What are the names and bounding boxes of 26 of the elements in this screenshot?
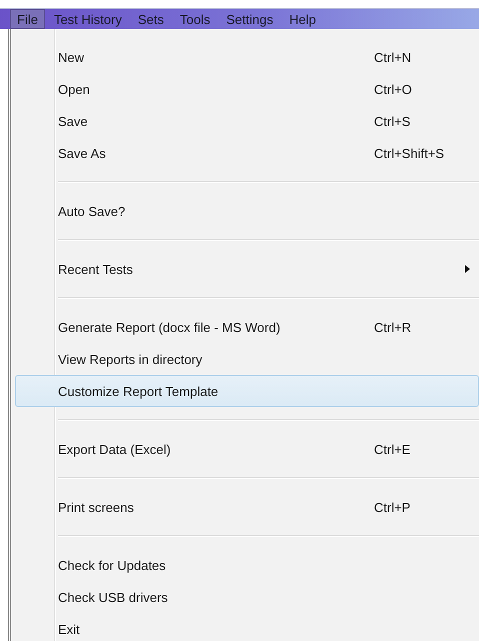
shortcut-text: Ctrl+Shift+S [374,146,444,160]
menu-item[interactable]: View Reports in directory [15,343,479,375]
menu-bar-item[interactable]: File [10,9,45,29]
menu-item[interactable]: Generate Report (docx file - MS Word) Ctrl+R [15,311,479,343]
menu-item[interactable]: Print screens Ctrl+P [15,491,479,523]
shortcut-text: Ctrl+R [374,320,412,334]
shortcut-text: Ctrl+P [374,500,410,514]
shortcut-text: Ctrl+E [374,442,410,456]
menu-item[interactable]: Customize Report Template [15,375,479,407]
menu-bar-item[interactable]: Sets [130,9,171,29]
shortcut-text: Ctrl+O [374,82,412,96]
menu-bar-item[interactable]: Tools [172,9,218,29]
menu-bar-item[interactable]: Settings [219,9,280,29]
menu-item[interactable]: Save Ctrl+S [15,105,479,137]
menu-item[interactable]: Export Data (Excel) Ctrl+E [15,433,479,465]
menu-item[interactable]: Save As Ctrl+Shift+S [15,137,479,169]
menu-item[interactable]: Check for Updates [15,549,479,581]
menu-item[interactable]: Auto Save? [15,195,479,227]
menu-item[interactable]: Exit [15,613,479,641]
shortcut-text: Ctrl+S [374,114,410,128]
menu-item[interactable]: Recent Tests [15,253,479,285]
menu-item[interactable]: Open Ctrl+O [15,73,479,105]
shortcut-text: Ctrl+N [374,50,412,64]
menu-bar-item[interactable]: Help [282,9,323,29]
menu-item[interactable]: Check USB drivers [15,581,479,613]
menu-item[interactable]: New Ctrl+N [15,41,479,73]
